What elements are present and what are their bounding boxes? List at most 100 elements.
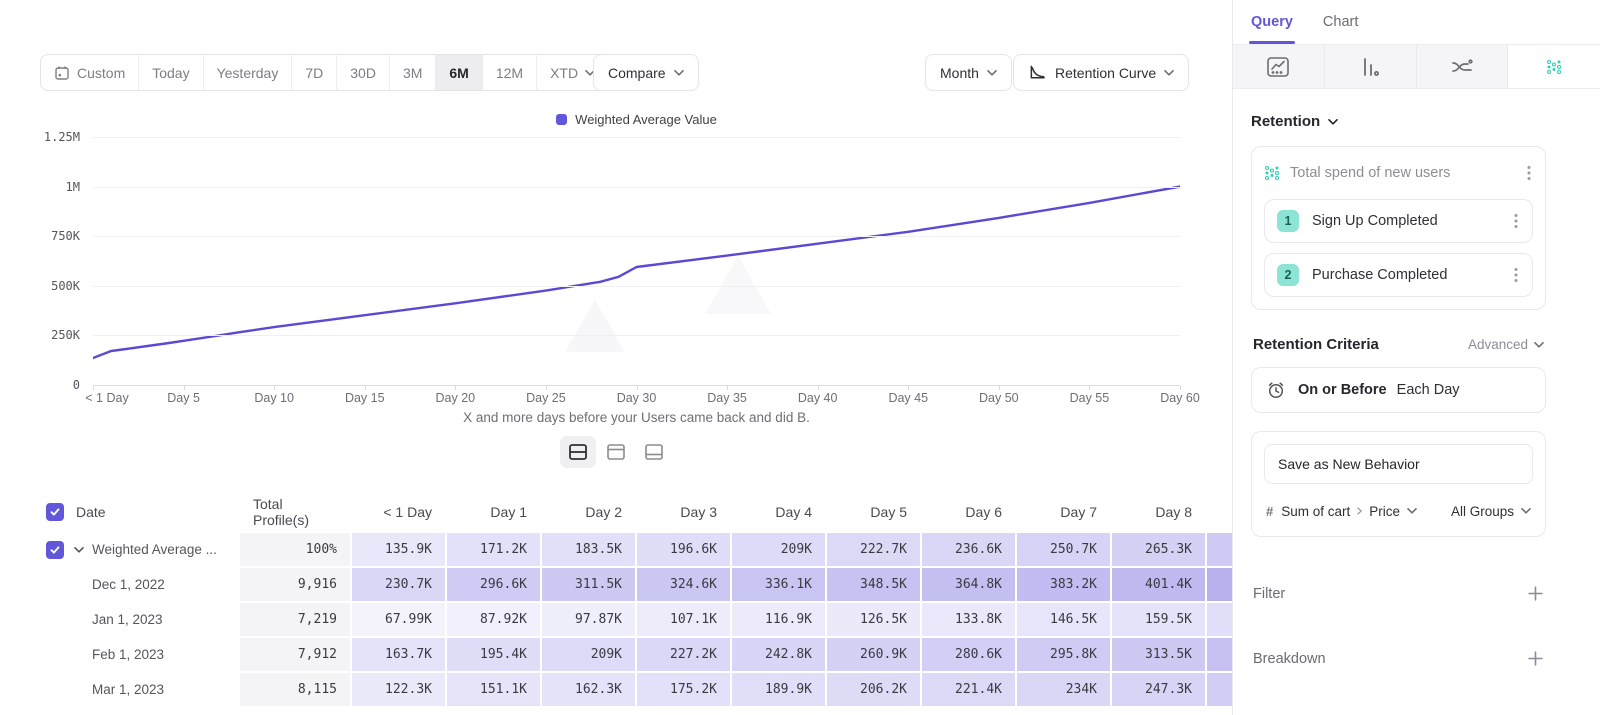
retention-section-heading[interactable]: Retention — [1251, 113, 1546, 130]
tab-query[interactable]: Query — [1251, 0, 1293, 44]
range-12m[interactable]: 12M — [483, 55, 537, 90]
save-as-new-behavior-button[interactable]: Save as New Behavior — [1264, 444, 1533, 484]
retention-value-cell[interactable]: 209K — [732, 533, 825, 566]
retention-line-series[interactable] — [93, 137, 1180, 385]
kebab-menu-icon[interactable] — [1512, 265, 1520, 285]
retention-value-cell[interactable]: 159.5K — [1112, 603, 1205, 636]
layout-split-rows-button[interactable] — [560, 436, 596, 468]
retention-value-cell[interactable]: 162.3K — [542, 673, 635, 706]
retention-value-cell[interactable]: 206.2K — [827, 673, 920, 706]
retention-value-cell[interactable]: 311.5K — [542, 568, 635, 601]
step-number-badge: 2 — [1277, 264, 1299, 286]
chart-type-button[interactable]: Retention Curve — [1013, 54, 1189, 91]
granularity-button[interactable]: Month — [925, 54, 1012, 91]
total-profiles-cell[interactable]: 100% — [240, 533, 350, 566]
retention-value-cell[interactable]: 230.7K — [352, 568, 445, 601]
x-axis-tick — [93, 386, 94, 390]
retention-value-cell[interactable]: 221.4K — [922, 673, 1015, 706]
tab-chart[interactable]: Chart — [1323, 0, 1358, 44]
retention-value-cell[interactable]: 324.6K — [637, 568, 730, 601]
retention-value-cell[interactable]: 236.6K — [922, 533, 1015, 566]
retention-value-cell[interactable]: 183.5K — [542, 533, 635, 566]
retention-value-cell[interactable]: 250.7K — [1017, 533, 1110, 566]
row-date-cell[interactable]: Mar 1, 2023 — [0, 673, 238, 706]
retention-value-cell[interactable]: 97.87K — [542, 603, 635, 636]
advanced-dropdown[interactable]: Advanced — [1468, 337, 1544, 352]
layout-footer-row-button[interactable] — [636, 436, 672, 468]
retention-value-cell[interactable]: 195.4K — [447, 638, 540, 671]
behavior-header[interactable]: Total spend of new users — [1264, 157, 1533, 189]
retention-value-cell[interactable]: 227.2K — [637, 638, 730, 671]
range-label: 6M — [449, 65, 468, 81]
total-profiles-cell[interactable]: 7,912 — [240, 638, 350, 671]
row-date-cell[interactable]: Weighted Average ... — [0, 533, 238, 566]
retention-value-cell[interactable]: 116.9K — [732, 603, 825, 636]
range-today[interactable]: Today — [139, 55, 203, 90]
row-checkbox[interactable] — [46, 541, 64, 559]
row-date-cell[interactable]: Feb 1, 2023 — [0, 638, 238, 671]
retention-timing-selector[interactable]: On or Before Each Day — [1251, 367, 1546, 413]
measure-property-dropdown[interactable]: Sum of cart Price — [1281, 504, 1417, 519]
retention-value-cell[interactable]: 242.8K — [732, 638, 825, 671]
add-filter-button[interactable] — [1527, 585, 1544, 602]
retention-value-cell[interactable]: 122.3K — [352, 673, 445, 706]
retention-value-cell[interactable]: 295.8K — [1017, 638, 1110, 671]
select-all-checkbox[interactable] — [46, 503, 64, 521]
retention-value-cell[interactable]: 87.92K — [447, 603, 540, 636]
retention-value-cell[interactable]: 133.8K — [922, 603, 1015, 636]
retention-value-cell[interactable]: 163.7K — [352, 638, 445, 671]
retention-value-cell[interactable]: 175.2K — [637, 673, 730, 706]
viewtab-bar-chart[interactable] — [1325, 45, 1417, 88]
retention-value-cell[interactable]: 146.5K — [1017, 603, 1110, 636]
retention-value-cell[interactable]: 260.9K — [827, 638, 920, 671]
behavior-step-2[interactable]: 2 Purchase Completed — [1264, 253, 1533, 297]
retention-value-cell[interactable]: 189.9K — [732, 673, 825, 706]
range-yesterday[interactable]: Yesterday — [204, 55, 293, 90]
group-dropdown[interactable]: All Groups — [1451, 504, 1531, 519]
retention-value-cell[interactable]: 383.2K — [1017, 568, 1110, 601]
kebab-menu-icon[interactable] — [1525, 163, 1533, 183]
viewtab-flows[interactable] — [1417, 45, 1509, 88]
range-6m[interactable]: 6M — [436, 55, 482, 90]
range-custom[interactable]: Custom — [41, 55, 139, 90]
total-profiles-cell[interactable]: 8,115 — [240, 673, 350, 706]
viewtab-retention-grid[interactable] — [1508, 45, 1600, 88]
retention-value-cell[interactable]: 313.5K — [1112, 638, 1205, 671]
retention-value-cell[interactable]: 247.3K — [1112, 673, 1205, 706]
retention-value-cell[interactable]: 296.6K — [447, 568, 540, 601]
retention-value-cell[interactable]: 151.1K — [447, 673, 540, 706]
range-7d[interactable]: 7D — [292, 55, 337, 90]
retention-value-cell[interactable]: 171.2K — [447, 533, 540, 566]
behavior-step-1[interactable]: 1 Sign Up Completed — [1264, 199, 1533, 243]
row-date-cell[interactable]: Dec 1, 2022 — [0, 568, 238, 601]
retention-value-cell[interactable]: 196.6K — [637, 533, 730, 566]
range-3m[interactable]: 3M — [390, 55, 436, 90]
retention-value-cell[interactable]: 222.7K — [827, 533, 920, 566]
viewtab-insights-chart[interactable] — [1233, 45, 1325, 88]
retention-value-cell[interactable]: 135.9K — [352, 533, 445, 566]
retention-value-cell[interactable]: 336.1K — [732, 568, 825, 601]
add-breakdown-button[interactable] — [1527, 650, 1544, 667]
layout-header-row-button[interactable] — [598, 436, 634, 468]
retention-value-cell[interactable]: 126.5K — [827, 603, 920, 636]
total-profiles-cell[interactable]: 9,916 — [240, 568, 350, 601]
retention-value-cell[interactable]: 67.99K — [352, 603, 445, 636]
table-header-row: DateTotal Profile(s)< 1 DayDay 1Day 2Day… — [0, 494, 1232, 530]
retention-value-cell[interactable]: 364.8K — [922, 568, 1015, 601]
retention-value-cell[interactable]: 348.5K — [827, 568, 920, 601]
number-property-icon: # — [1266, 504, 1273, 519]
retention-value-cell[interactable]: 401.4K — [1112, 568, 1205, 601]
range-30d[interactable]: 30D — [337, 55, 390, 90]
compare-button[interactable]: Compare — [593, 54, 699, 91]
column-header: Day 5 — [827, 494, 920, 530]
row-date-cell[interactable]: Jan 1, 2023 — [0, 603, 238, 636]
retention-value-cell[interactable]: 280.6K — [922, 638, 1015, 671]
chart-legend[interactable]: Weighted Average Value — [93, 112, 1180, 127]
total-profiles-cell[interactable]: 7,219 — [240, 603, 350, 636]
x-axis-tick-label: Day 55 — [1070, 391, 1110, 405]
retention-value-cell[interactable]: 107.1K — [637, 603, 730, 636]
retention-value-cell[interactable]: 234K — [1017, 673, 1110, 706]
retention-value-cell[interactable]: 265.3K — [1112, 533, 1205, 566]
retention-value-cell[interactable]: 209K — [542, 638, 635, 671]
kebab-menu-icon[interactable] — [1512, 211, 1520, 231]
